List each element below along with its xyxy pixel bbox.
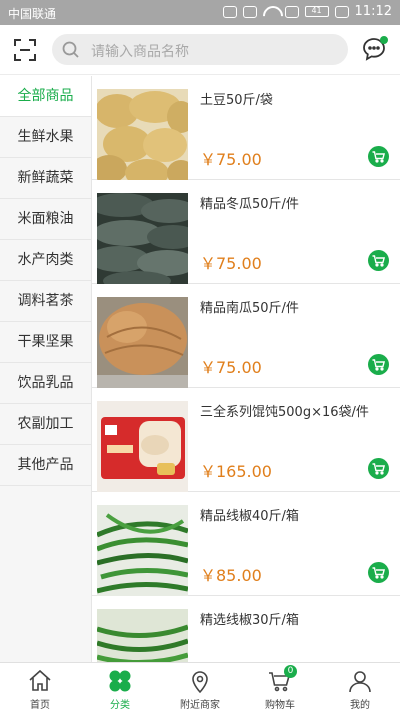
product-price: ￥75.00 <box>200 150 262 169</box>
product-item[interactable]: 精选线椒30斤/箱 <box>92 596 400 662</box>
category-all[interactable]: 全部商品 <box>0 76 91 117</box>
leaf-icon <box>334 5 349 18</box>
product-price: ￥75.00 <box>200 358 262 377</box>
signal-icon <box>284 5 299 18</box>
location-icon <box>192 671 208 694</box>
cart-add-icon <box>372 567 386 579</box>
product-item[interactable]: 土豆50斤/袋 ￥75.00 <box>92 76 400 180</box>
nav-category-label: 分类 <box>110 700 130 711</box>
product-name: 精品冬瓜50斤/件 <box>200 197 299 212</box>
product-image-potato <box>97 89 188 180</box>
category-grain-oil[interactable]: 米面粮油 <box>0 199 91 240</box>
category-vegetables[interactable]: 新鲜蔬菜 <box>0 158 91 199</box>
scan-icon <box>14 39 36 61</box>
nav-home[interactable]: 首页 <box>0 663 80 711</box>
product-item[interactable]: 三全系列馄饨500g×16袋/件 ￥165.00 <box>92 388 400 492</box>
add-to-cart-button[interactable] <box>368 354 389 375</box>
product-image-chili <box>97 505 188 596</box>
bottom-nav: 首页 分类 附近商家 0 购物车 我的 <box>0 662 400 711</box>
nav-category[interactable]: 分类 <box>80 663 160 711</box>
unread-dot <box>380 36 388 44</box>
product-image-winter-melon <box>97 193 188 284</box>
nav-mine-label: 我的 <box>350 700 370 711</box>
category-nuts[interactable]: 干果坚果 <box>0 322 91 363</box>
status-bar: 中国联通 41 11:12 <box>0 0 400 25</box>
carrier-label: 中国联通 <box>8 7 57 21</box>
add-to-cart-button[interactable] <box>368 458 389 479</box>
product-name: 精品线椒40斤/箱 <box>200 509 299 524</box>
nav-mine[interactable]: 我的 <box>320 663 400 711</box>
home-icon <box>29 669 51 691</box>
cart-add-icon <box>372 463 386 475</box>
search-icon <box>62 41 79 58</box>
product-price: ￥165.00 <box>200 462 272 481</box>
category-other[interactable]: 其他产品 <box>0 445 91 486</box>
category-icon <box>109 670 131 692</box>
battery-icon: 41 <box>304 6 329 17</box>
search-input[interactable]: 请输入商品名称 <box>91 41 189 61</box>
product-price: ￥75.00 <box>200 254 262 273</box>
cart-add-icon <box>372 151 386 163</box>
product-name: 精品南瓜50斤/件 <box>200 301 299 316</box>
category-seasoning-tea[interactable]: 调料茗茶 <box>0 281 91 322</box>
product-item[interactable]: 精品冬瓜50斤/件 ￥75.00 <box>92 180 400 284</box>
category-drinks-dairy[interactable]: 饮品乳品 <box>0 363 91 404</box>
cart-count-badge: 0 <box>284 665 297 678</box>
category-fresh-fruit[interactable]: 生鲜水果 <box>0 117 91 158</box>
cart-add-icon <box>372 255 386 267</box>
status-time: 11:12 <box>354 4 392 19</box>
cart-add-icon <box>372 359 386 371</box>
nav-cart-label: 购物车 <box>265 700 295 711</box>
status-icons: 41 11:12 <box>222 4 392 19</box>
product-item[interactable]: 精品南瓜50斤/件 ￥75.00 <box>92 284 400 388</box>
product-name: 精选线椒30斤/箱 <box>200 613 299 628</box>
product-image-pumpkin <box>97 297 188 388</box>
nav-nearby-label: 附近商家 <box>180 700 220 711</box>
category-processed[interactable]: 农副加工 <box>0 404 91 445</box>
nav-nearby[interactable]: 附近商家 <box>160 663 240 711</box>
message-button[interactable] <box>362 36 388 61</box>
product-item[interactable]: 精品线椒40斤/箱 ￥85.00 <box>92 492 400 596</box>
bell-icon <box>242 5 257 18</box>
category-sidebar: 全部商品 生鲜水果 新鲜蔬菜 米面粮油 水产肉类 调料茗茶 干果坚果 饮品乳品 … <box>0 76 92 662</box>
wifi-icon <box>263 6 279 18</box>
add-to-cart-button[interactable] <box>368 562 389 583</box>
nav-home-label: 首页 <box>30 700 50 711</box>
add-to-cart-button[interactable] <box>368 250 389 271</box>
search-bar[interactable]: 请输入商品名称 <box>52 34 348 65</box>
product-image-wonton <box>97 401 188 492</box>
product-name: 土豆50斤/袋 <box>200 93 273 108</box>
category-seafood-meat[interactable]: 水产肉类 <box>0 240 91 281</box>
user-icon <box>349 671 371 693</box>
nav-cart[interactable]: 0 购物车 <box>240 663 320 711</box>
product-list: 土豆50斤/袋 ￥75.00 精品冬瓜50斤/件 ￥75.00 精品南瓜50斤/… <box>92 76 400 662</box>
product-name: 三全系列馄饨500g×16袋/件 <box>200 405 369 420</box>
scan-button[interactable] <box>14 39 36 61</box>
product-price: ￥85.00 <box>200 566 262 585</box>
product-image-chili <box>97 609 188 662</box>
add-to-cart-button[interactable] <box>368 146 389 167</box>
eye-icon <box>222 5 237 18</box>
header: 请输入商品名称 <box>0 25 400 75</box>
battery-level: 41 <box>311 6 322 15</box>
